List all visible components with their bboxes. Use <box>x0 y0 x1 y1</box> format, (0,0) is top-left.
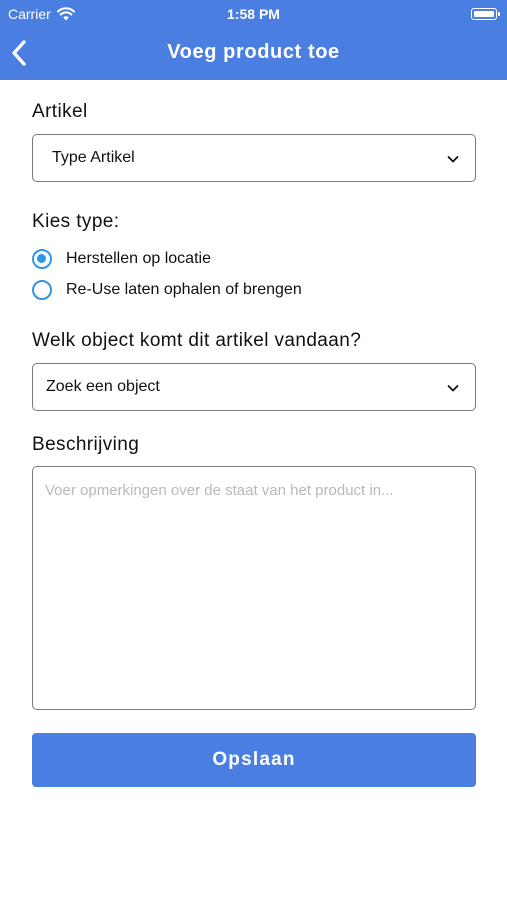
app-header: Carrier 1:58 PM Voeg product toe <box>0 0 507 80</box>
status-time: 1:58 PM <box>227 6 280 22</box>
chevron-down-icon <box>447 156 459 163</box>
save-button[interactable]: Opslaan <box>32 733 476 787</box>
radio-option-herstellen[interactable]: Herstellen op locatie <box>32 246 211 272</box>
radio-button-unchecked[interactable] <box>32 280 52 300</box>
beschrijving-label: Beschrijving <box>32 434 140 455</box>
beschrijving-textarea[interactable] <box>32 466 476 710</box>
chevron-down-icon <box>447 385 459 392</box>
artikel-select-value: Type Artikel <box>52 149 135 166</box>
radio-option-reuse[interactable]: Re-Use laten ophalen of brengen <box>32 277 302 303</box>
artikel-select[interactable]: Type Artikel <box>32 134 476 182</box>
radio-option-label: Herstellen op locatie <box>66 250 211 267</box>
object-label: Welk object komt dit artikel vandaan? <box>32 330 362 351</box>
page-title: Voeg product toe <box>167 41 340 63</box>
type-label: Kies type: <box>32 211 120 232</box>
navigation-bar: Voeg product toe <box>0 28 507 80</box>
object-select-value: Zoek een object <box>46 378 160 395</box>
radio-option-label: Re-Use laten ophalen of brengen <box>66 281 302 298</box>
object-select[interactable]: Zoek een object <box>32 363 476 411</box>
artikel-label: Artikel <box>32 101 88 122</box>
status-bar: Carrier 1:58 PM <box>0 0 507 28</box>
radio-button-checked[interactable] <box>32 249 52 269</box>
battery-icon <box>471 8 500 20</box>
